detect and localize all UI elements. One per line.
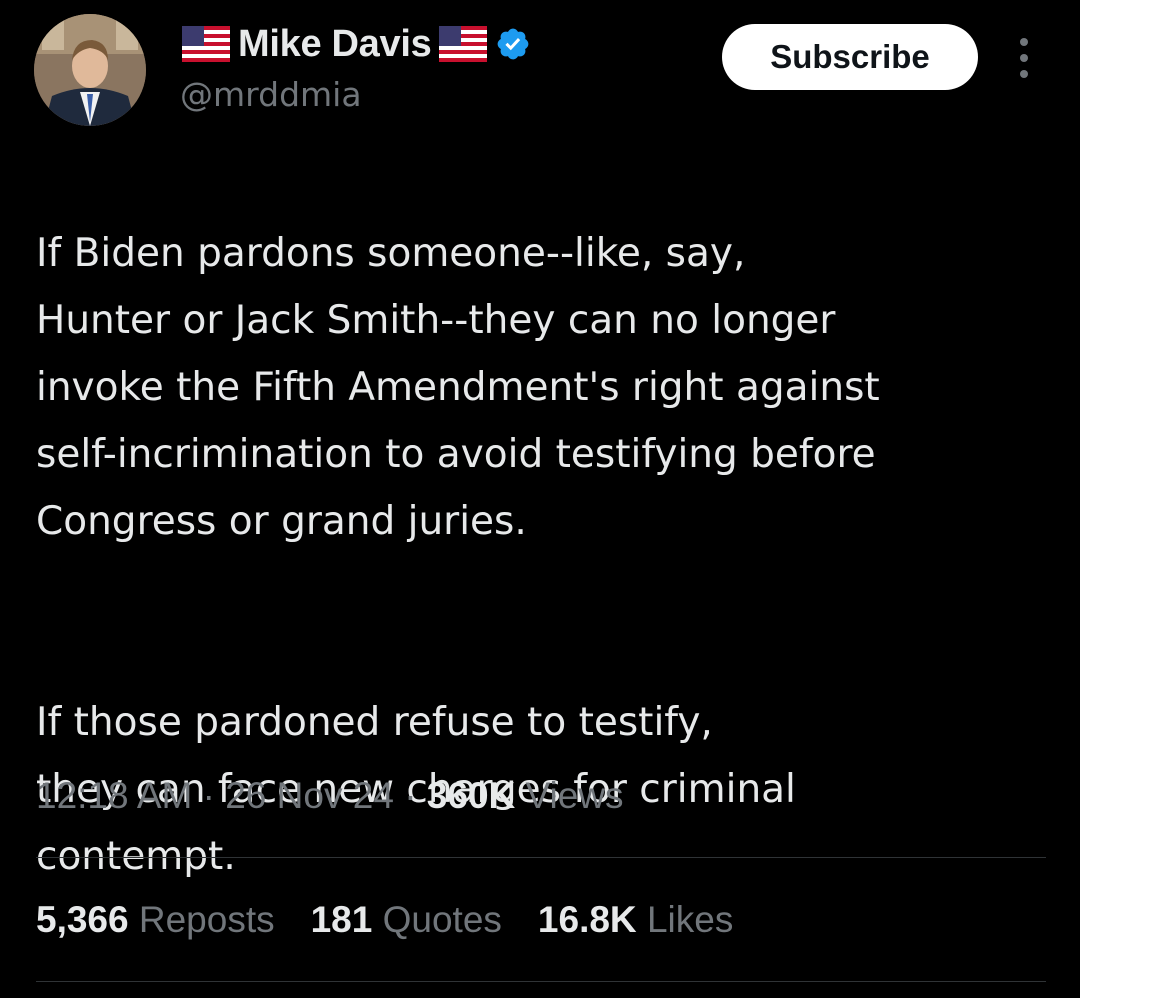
quotes-stat[interactable]: 181 Quotes <box>311 899 502 941</box>
views-count[interactable]: 360K <box>427 775 515 816</box>
more-dot <box>1020 38 1028 46</box>
more-options-icon[interactable] <box>1014 38 1034 80</box>
verified-badge-icon[interactable] <box>495 26 531 62</box>
tweet-text: If Biden pardons someone--like, say, Hun… <box>36 153 1066 957</box>
reposts-stat[interactable]: 5,366 Reposts <box>36 899 275 941</box>
tweet-date[interactable]: 26 Nov 24 <box>225 775 394 816</box>
meta-separator: · <box>202 775 215 816</box>
author-handle[interactable]: @mrddmia <box>180 75 362 114</box>
tweet-time[interactable]: 12:18 AM <box>36 775 192 816</box>
us-flag-icon <box>182 26 230 62</box>
tweet-meta: 12:18 AM · 26 Nov 24 · 360K Views <box>36 775 624 817</box>
meta-separator: · <box>404 775 417 816</box>
tweet-paragraph: If Biden pardons someone--like, say, Hun… <box>36 231 880 544</box>
reposts-count: 5,366 <box>36 899 129 940</box>
quotes-label: Quotes <box>382 899 502 940</box>
us-flag-icon <box>439 26 488 62</box>
likes-stat[interactable]: 16.8K Likes <box>538 899 733 941</box>
profile-photo-icon <box>34 14 146 126</box>
display-name[interactable]: Mike Davis <box>238 23 432 66</box>
more-dot <box>1020 54 1028 62</box>
author-name-row[interactable]: Mike Davis <box>182 22 531 66</box>
more-dot <box>1020 70 1028 78</box>
divider <box>36 857 1046 858</box>
likes-label: Likes <box>646 899 734 940</box>
quotes-count: 181 <box>310 899 373 940</box>
avatar[interactable] <box>34 14 146 126</box>
divider <box>36 981 1046 982</box>
views-label: Views <box>525 775 624 816</box>
engagement-stats: 5,366 Reposts 181 Quotes 16.8K Likes <box>36 899 733 941</box>
tweet-card: Mike Davis @mrddmia Subscribe If Biden p… <box>0 0 1080 998</box>
likes-count: 16.8K <box>537 899 637 940</box>
subscribe-button[interactable]: Subscribe <box>722 24 978 90</box>
reposts-label: Reposts <box>138 899 275 940</box>
